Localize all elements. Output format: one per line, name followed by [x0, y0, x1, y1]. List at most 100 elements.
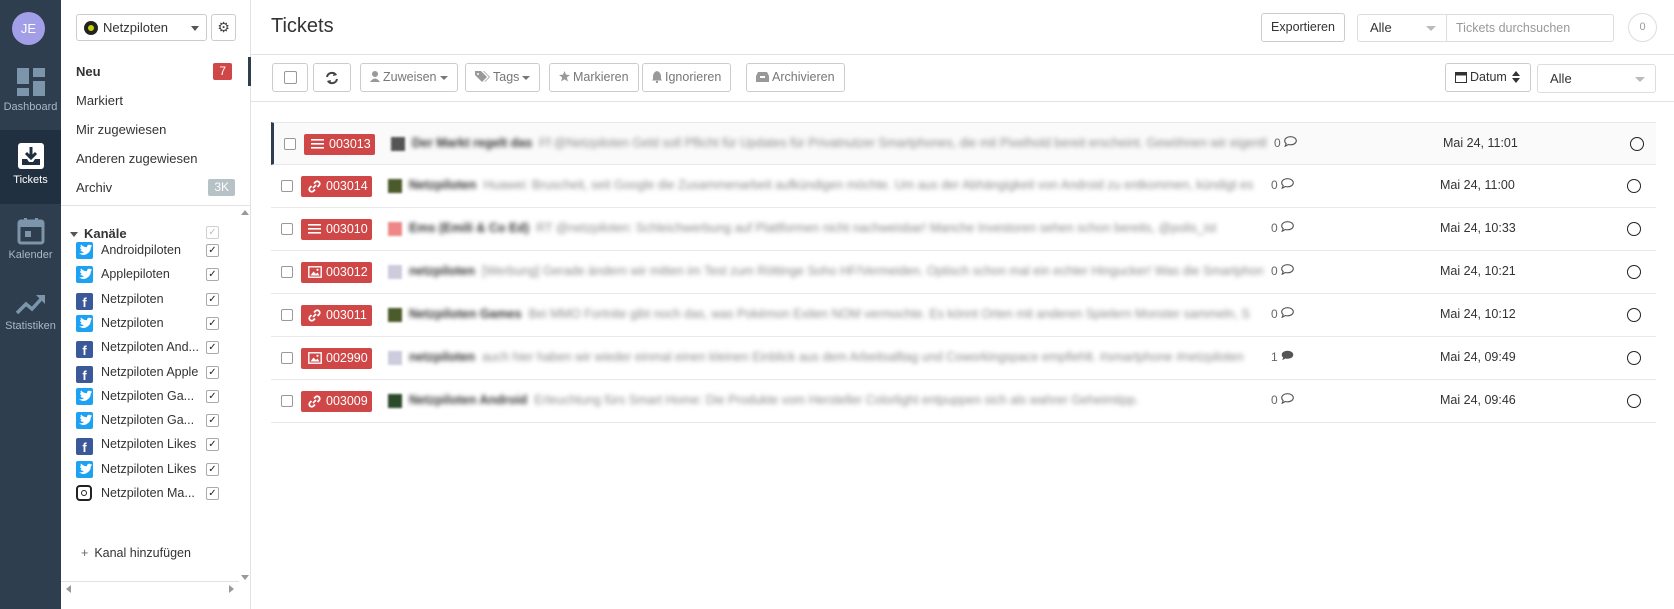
mark-button[interactable]: Markieren [549, 63, 639, 92]
channel-item[interactable]: Applepiloten ✓ [76, 262, 226, 286]
ticket-checkbox[interactable] [281, 352, 293, 364]
channel-checkbox[interactable]: ✓ [206, 268, 219, 282]
refresh-button[interactable] [313, 63, 351, 92]
export-button[interactable]: Exportieren [1261, 13, 1345, 42]
ticket-author: Netzpiloten [409, 178, 477, 192]
scroll-down-icon[interactable] [241, 575, 249, 580]
ticket-status-circle-icon[interactable] [1627, 351, 1641, 365]
channel-checkbox[interactable]: ✓ [206, 316, 219, 330]
ticket-status-circle-icon[interactable] [1627, 222, 1641, 236]
comment-count: 0 [1271, 307, 1294, 321]
archive-button[interactable]: Archivieren [746, 63, 845, 92]
ticket-preview[interactable]: Netzpiloten Android Erleuchtung fürs Smar… [409, 393, 1263, 411]
channel-checkbox[interactable]: ✓ [206, 487, 219, 500]
channel-checkbox[interactable]: ✓ [206, 341, 219, 355]
gear-icon: ⚙ [217, 19, 230, 35]
tags-button[interactable]: Tags [465, 63, 541, 92]
folder-archive[interactable]: Archiv 3K [61, 173, 251, 202]
folder-assigned-to-me[interactable]: Mir zugewiesen [61, 115, 251, 144]
ticket-id-badge[interactable]: 003009 [301, 391, 372, 412]
channel-item[interactable]: Androidpiloten ✓ [76, 238, 226, 262]
ticket-row[interactable]: 002990 netzpiloten auch hier haben wir wie… [271, 337, 1656, 380]
folder-assigned-to-others[interactable]: Anderen zugewiesen [61, 144, 251, 173]
ticket-checkbox[interactable] [281, 223, 293, 235]
ticket-checkbox[interactable] [284, 138, 296, 150]
channel-checkbox[interactable]: ✓ [206, 292, 219, 306]
comment-count: 0 [1271, 393, 1294, 407]
channel-checkbox[interactable]: ✓ [206, 414, 219, 428]
ticket-id-badge[interactable]: 003011 [301, 305, 372, 326]
avatar[interactable]: JE [12, 12, 45, 45]
ticket-row[interactable]: 003009 Netzpiloten Android Erleuchtung für… [271, 380, 1656, 423]
nav-item-statistics[interactable]: Statistiken [0, 280, 61, 354]
channel-checkbox[interactable]: ✓ [206, 365, 219, 379]
ticket-row[interactable]: 003011 Netzpiloten Games Bei MMO Fortnite … [271, 294, 1656, 337]
ticket-preview[interactable]: netzpiloten auch hier haben wir wieder ei… [409, 350, 1263, 368]
ticket-id-badge[interactable]: 003013 [304, 134, 375, 155]
assign-button[interactable]: Zuweisen [360, 63, 458, 92]
ticket-checkbox[interactable] [281, 395, 293, 407]
ticket-preview[interactable]: Ems (Emili & Co Ed) RT @netzpiloten: Schl… [409, 221, 1263, 239]
nav-item-tickets[interactable]: Tickets [0, 130, 61, 204]
ticket-preview[interactable]: Der Markt regelt das Ff @Netzpiloten Geld… [412, 136, 1266, 154]
ignore-button[interactable]: Ignorieren [642, 63, 732, 92]
channel-item[interactable]: f Netzpiloten Likes ✓ [76, 432, 226, 456]
channel-item[interactable]: Netzpiloten ✓ [76, 311, 226, 335]
search-scope-select[interactable]: Alle [1357, 14, 1446, 42]
ticket-checkbox[interactable] [281, 309, 293, 321]
nav-item-calendar[interactable]: Kalender [0, 205, 61, 279]
channel-checkbox[interactable]: ✓ [206, 244, 219, 257]
ticket-preview[interactable]: Netzpiloten Huawei: Bruscheit, seit Googl… [409, 178, 1263, 196]
scroll-up-icon[interactable] [241, 210, 249, 215]
folder-marked[interactable]: Markiert [61, 86, 251, 115]
ticket-preview[interactable]: netzpiloten [Werbung] Gerade ändern wir m… [409, 264, 1263, 282]
channel-item[interactable]: Netzpiloten Ma... ✓ [76, 481, 226, 505]
sidebar-scrollbar[interactable] [239, 210, 251, 580]
sidebar-horizontal-scrollbar[interactable] [61, 581, 239, 593]
ticket-row[interactable]: 003014 Netzpiloten Huawei: Bruscheit, seit… [271, 165, 1656, 208]
channel-item[interactable]: f Netzpiloten ✓ [76, 287, 226, 311]
organization-select[interactable]: Netzpiloten [76, 14, 207, 41]
ticket-status-circle-icon[interactable] [1627, 308, 1641, 322]
sort-button[interactable]: Datum [1445, 63, 1531, 92]
ticket-row[interactable]: 003012 netzpiloten [Werbung] Gerade ändern… [271, 251, 1656, 294]
ticket-id-badge[interactable]: 003012 [301, 262, 372, 283]
ticket-row[interactable]: 003013 Der Markt regelt das Ff @Netzpilote… [271, 122, 1656, 165]
channel-checkbox[interactable]: ✓ [206, 438, 219, 452]
ticket-preview[interactable]: Netzpiloten Games Bei MMO Fortnite gibt n… [409, 307, 1263, 325]
twitter-icon [76, 242, 93, 259]
folder-new[interactable]: Neu 7 [61, 57, 251, 86]
ticket-id-badge[interactable]: 002990 [301, 348, 372, 369]
channel-item[interactable]: Netzpiloten Ga... ✓ [76, 384, 226, 408]
channel-checkbox[interactable]: ✓ [206, 389, 219, 403]
ticket-status-circle-icon[interactable] [1627, 265, 1641, 279]
link-icon [308, 395, 321, 408]
channel-item[interactable]: f Netzpiloten And... ✓ [76, 335, 226, 359]
organization-name: Netzpiloten [103, 20, 169, 35]
ticket-status-circle-icon[interactable] [1630, 137, 1644, 151]
ticket-date: Mai 24, 09:46 [1440, 393, 1516, 407]
nav-item-dashboard[interactable]: Dashboard [0, 55, 61, 129]
channel-name: Netzpiloten Ga... [101, 413, 195, 428]
add-channel-button[interactable]: + Kanal hinzufügen [81, 546, 191, 560]
ticket-status-circle-icon[interactable] [1627, 394, 1641, 408]
channel-item[interactable]: Netzpiloten Likes ✓ [76, 457, 226, 481]
channel-item[interactable]: Netzpiloten Ga... ✓ [76, 408, 226, 432]
scroll-right-icon[interactable] [229, 585, 234, 593]
ticket-status-circle-icon[interactable] [1627, 179, 1641, 193]
ticket-id-badge[interactable]: 003014 [301, 176, 372, 197]
search-input[interactable] [1446, 14, 1614, 42]
settings-button[interactable]: ⚙ [211, 14, 236, 41]
ticket-id-badge[interactable]: 003010 [301, 219, 372, 240]
ticket-row[interactable]: 003010 Ems (Emili & Co Ed) RT @netzpiloten… [271, 208, 1656, 251]
channel-checkbox[interactable]: ✓ [206, 462, 219, 476]
status-filter-select[interactable]: Alle [1537, 64, 1656, 93]
ticket-checkbox[interactable] [281, 266, 293, 278]
ticket-checkbox[interactable] [281, 180, 293, 192]
notification-counter[interactable]: 0 [1628, 13, 1657, 42]
select-all-checkbox[interactable] [272, 63, 308, 92]
tags-label: Tags [493, 70, 520, 84]
scroll-left-icon[interactable] [66, 585, 71, 593]
twitter-icon [76, 266, 93, 284]
channel-item[interactable]: f Netzpiloten Apple ✓ [76, 360, 226, 384]
